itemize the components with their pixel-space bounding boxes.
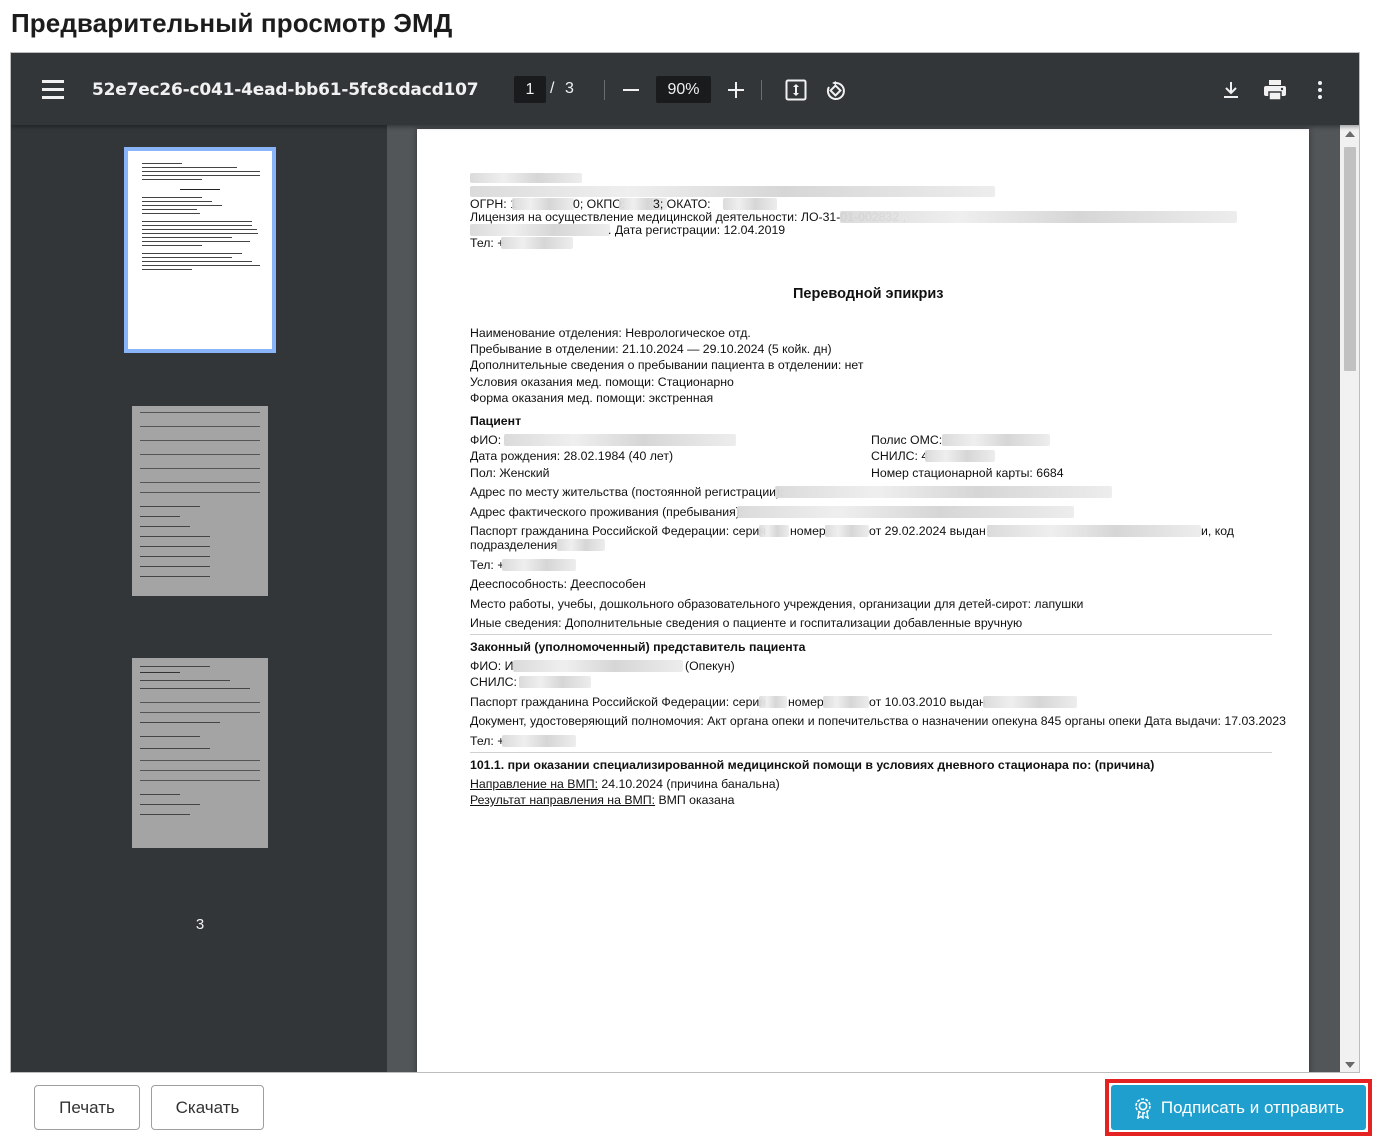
- zoom-out-icon[interactable]: [616, 75, 646, 105]
- redacted-block: [825, 525, 869, 537]
- passport-code-label: и, код: [1201, 524, 1234, 538]
- print-button[interactable]: Печать: [34, 1085, 140, 1130]
- certificate-icon: [1135, 1097, 1151, 1119]
- redacted-block: [501, 237, 573, 249]
- patient-fio-label: ФИО:: [470, 433, 502, 447]
- representative-document: Документ, удостоверяющий полномочия: Акт…: [470, 714, 1286, 728]
- thumbnail-page-3[interactable]: [132, 658, 268, 848]
- workplace: Место работы, учебы, дошкольного образов…: [470, 597, 1084, 611]
- menu-icon[interactable]: [33, 75, 73, 105]
- redacted-block: [775, 486, 1112, 498]
- redacted-block: [983, 696, 1077, 708]
- other-info: Иные сведения: Дополнительные сведения о…: [470, 616, 1023, 630]
- viewer-toolbar: 52e7ec26-c041-4ead-bb61-5fc8cdacd107 1 /…: [11, 53, 1359, 125]
- passport-subdivision: подразделения: [470, 538, 558, 552]
- passport-date: от 29.02.2024 выдан: [869, 524, 986, 538]
- pdf-viewer: 52e7ec26-c041-4ead-bb61-5fc8cdacd107 1 /…: [10, 52, 1360, 1073]
- document-id: 52e7ec26-c041-4ead-bb61-5fc8cdacd107: [92, 80, 479, 100]
- dialog-title: Предварительный просмотр ЭМД: [11, 8, 453, 38]
- redacted-block: [470, 173, 582, 183]
- sex: Пол: Женский: [470, 466, 550, 480]
- address-actual: Адрес фактического проживания (пребывани…: [470, 505, 744, 519]
- representative-phone: Тел: +: [470, 734, 505, 748]
- redacted-block: [513, 660, 683, 672]
- address-registration: Адрес по месту жительства (постоянной ре…: [470, 485, 784, 499]
- representative-snils: СНИЛС:: [470, 675, 517, 689]
- care-form: Форма оказания мед. помощи: экстренная: [470, 391, 714, 405]
- extra-info: Дополнительные сведения о пребывании пац…: [470, 358, 864, 372]
- redacted-block: [557, 539, 605, 551]
- zoom-in-icon[interactable]: [721, 75, 751, 105]
- fit-page-icon[interactable]: [781, 75, 811, 105]
- sign-and-send-label: Подписать и отправить: [1160, 1097, 1345, 1117]
- redacted-block: [519, 676, 591, 688]
- document-page: ОГРН: 1 0; ОКПО: 3; ОКАТО: Лицензия на о…: [417, 129, 1309, 1072]
- stay-period: Пребывание в отделении: 21.10.2024 — 29.…: [470, 342, 832, 356]
- zoom-input[interactable]: 90%: [656, 76, 711, 103]
- section-divider: [470, 634, 1272, 635]
- redacted-block: [942, 434, 1050, 446]
- viewer-scrollbar[interactable]: [1340, 125, 1359, 1072]
- thumbnail-page-2[interactable]: [132, 406, 268, 596]
- toolbar-divider: [761, 80, 762, 100]
- document-title: Переводной эпикриз: [793, 286, 944, 302]
- page-separator: /: [550, 80, 555, 97]
- department: Наименование отделения: Неврологическое …: [470, 326, 751, 340]
- rotate-icon[interactable]: [821, 75, 851, 105]
- scroll-up-arrow[interactable]: [1345, 131, 1355, 137]
- more-icon[interactable]: [1305, 75, 1335, 105]
- redacted-block: [502, 735, 576, 747]
- redacted-block: [759, 525, 789, 537]
- redacted-block: [925, 450, 995, 462]
- thumbnail-page-1[interactable]: [128, 151, 272, 349]
- care-conditions: Условия оказания мед. помощи: Стационарн…: [470, 375, 734, 389]
- page-number-input[interactable]: 1: [514, 76, 546, 103]
- passport-line: Паспорт гражданина Российской Федерации:…: [470, 524, 766, 538]
- registration-date: . Дата регистрации: 12.04.2019: [608, 223, 786, 237]
- vmp-header: 101.1. при оказании специализированной м…: [470, 758, 1155, 772]
- snils-label: СНИЛС: 4: [871, 449, 928, 463]
- section-divider: [470, 752, 1272, 753]
- card-number: Номер стационарной карты: 6684: [871, 466, 1064, 480]
- redacted-block: [502, 559, 576, 571]
- redacted-block: [840, 211, 1237, 223]
- redacted-block: [759, 696, 787, 708]
- download-icon[interactable]: [1216, 75, 1246, 105]
- vmp-result: Результат направления на ВМП: ВМП оказан…: [470, 793, 735, 807]
- representative-fio: ФИО: И: [470, 659, 514, 673]
- redacted-block: [823, 696, 869, 708]
- rep-passport-date: от 10.03.2010 выдан: [869, 695, 986, 709]
- birth-date: Дата рождения: 28.02.1984 (40 лет): [470, 449, 674, 463]
- download-button[interactable]: Скачать: [151, 1085, 264, 1130]
- capacity: Дееспособность: Дееспособен: [470, 577, 646, 591]
- sign-and-send-button[interactable]: Подписать и отправить: [1111, 1085, 1366, 1130]
- redacted-block: [987, 525, 1201, 537]
- org-phone: Тел: +: [470, 236, 505, 250]
- toolbar-divider: [604, 80, 605, 100]
- redacted-block: [504, 434, 736, 446]
- rep-passport-number-label: номер: [788, 695, 824, 709]
- representative-passport: Паспорт гражданина Российской Федерации:…: [470, 695, 766, 709]
- polis-label: Полис ОМС:: [871, 433, 943, 447]
- patient-header: Пациент: [470, 414, 522, 428]
- thumbnail-sidebar: 1 2: [11, 125, 387, 1072]
- redacted-block: [512, 198, 574, 210]
- scrollbar-thumb[interactable]: [1344, 147, 1356, 371]
- representative-header: Законный (уполномоченный) представитель …: [470, 640, 806, 654]
- vmp-direction: Направление на ВМП: 24.10.2024 (причина …: [470, 777, 780, 791]
- passport-number-label: номер: [790, 524, 826, 538]
- print-icon[interactable]: [1260, 75, 1290, 105]
- redacted-block: [723, 198, 777, 210]
- representative-role: (Опекун): [685, 659, 735, 673]
- page-total: 3: [565, 80, 574, 97]
- redacted-block: [470, 186, 995, 197]
- thumbnail-label: 3: [195, 916, 205, 933]
- patient-phone: Тел: +: [470, 558, 505, 572]
- redacted-block: [737, 506, 1074, 518]
- redacted-block: [470, 224, 610, 236]
- scroll-down-arrow[interactable]: [1345, 1062, 1355, 1068]
